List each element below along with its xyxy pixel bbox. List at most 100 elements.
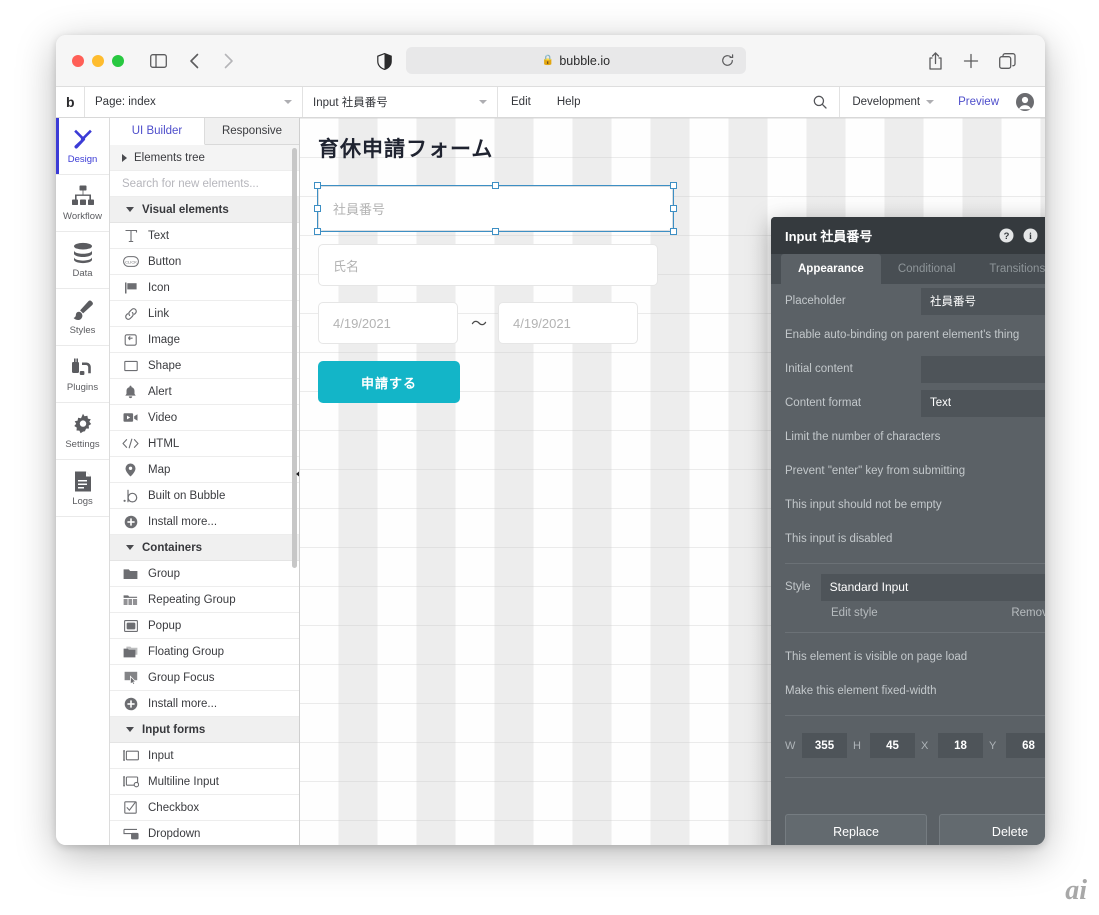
element-label: Video (148, 411, 178, 424)
element-item-group-focus[interactable]: Group Focus (110, 665, 299, 691)
preview-button[interactable]: Preview (946, 87, 1011, 117)
element-item-popup[interactable]: Popup (110, 613, 299, 639)
element-item-icon[interactable]: Icon (110, 275, 299, 301)
element-item-dropdown[interactable]: Dropdown (110, 821, 299, 845)
element-item-image[interactable]: Image (110, 327, 299, 353)
element-item-repeating-group[interactable]: Repeating Group (110, 587, 299, 613)
tabs-overview-icon[interactable] (995, 49, 1019, 73)
address-bar[interactable]: 🔒 bubble.io (406, 47, 746, 74)
search-icon[interactable] (801, 87, 839, 117)
element-selector-label: Input 社員番号 (313, 97, 388, 109)
canvas-submit-button[interactable]: 申請する (318, 361, 460, 403)
rail-item-logs[interactable]: Logs (56, 460, 109, 517)
element-item-text[interactable]: Text (110, 223, 299, 249)
delete-button[interactable]: Delete (939, 814, 1045, 845)
rail-item-design[interactable]: Design (56, 118, 109, 175)
svg-text:i: i (1029, 232, 1032, 242)
style-select[interactable]: Standard Input (820, 573, 1045, 601)
plus-circle-icon (122, 695, 139, 712)
y-input[interactable]: 68 (1006, 733, 1045, 758)
content-format-select[interactable]: Text (921, 389, 1045, 417)
section-header-containers[interactable]: Containers (110, 535, 299, 561)
height-input[interactable]: 45 (870, 733, 915, 758)
window-close-button[interactable] (72, 55, 84, 67)
window-minimize-button[interactable] (92, 55, 104, 67)
paintbrush-icon (71, 298, 94, 322)
initial-content-input[interactable] (921, 355, 1045, 383)
chevron-down-icon (126, 207, 134, 212)
menu-help[interactable]: Help (544, 87, 594, 117)
placeholder-label: Placeholder (785, 295, 846, 307)
row-fixed-width: Make this element fixed-width ✔ (785, 674, 1045, 708)
window-maximize-button[interactable] (112, 55, 124, 67)
element-selector[interactable]: Input 社員番号 (302, 87, 497, 117)
rail-label: Data (72, 268, 93, 279)
element-item-link[interactable]: Link (110, 301, 299, 327)
replace-button[interactable]: Replace (785, 814, 927, 845)
element-item-floating-group[interactable]: Floating Group (110, 639, 299, 665)
tab-responsive[interactable]: Responsive (205, 118, 299, 144)
width-label: W (785, 739, 796, 752)
new-tab-icon[interactable] (959, 49, 983, 73)
section-title: Input forms (142, 723, 206, 736)
element-item-button[interactable]: CLICK Button (110, 249, 299, 275)
canvas-input-date-from[interactable]: 4/19/2021 (318, 302, 458, 344)
collapse-panel-icon[interactable] (293, 468, 299, 480)
element-item-shape[interactable]: Shape (110, 353, 299, 379)
share-icon[interactable] (923, 49, 947, 73)
placeholder-input[interactable]: 社員番号 (921, 287, 1045, 315)
tab-transitions[interactable]: Transitions (972, 254, 1045, 284)
canvas-input-employee-number[interactable]: 社員番号 (318, 186, 673, 231)
section-header-visual-elements[interactable]: Visual elements (110, 197, 299, 223)
elements-tree-label: Elements tree (134, 151, 205, 164)
forward-button[interactable] (216, 49, 240, 73)
element-item-install-more-containers[interactable]: Install more... (110, 691, 299, 717)
help-icon[interactable]: ? (999, 228, 1014, 243)
elements-tree-row[interactable]: Elements tree (110, 145, 299, 171)
rail-item-data[interactable]: Data (56, 232, 109, 289)
text-icon (122, 227, 139, 244)
search-input[interactable]: Search for new elements... (110, 171, 299, 197)
reload-icon[interactable] (719, 52, 736, 69)
rail-item-workflow[interactable]: Workflow (56, 175, 109, 232)
element-item-install-more-visual[interactable]: Install more... (110, 509, 299, 535)
menu-edit[interactable]: Edit (497, 87, 544, 117)
form-title[interactable]: 育休申請フォーム (318, 133, 493, 163)
edit-style-link[interactable]: Edit style (831, 607, 878, 619)
user-avatar-icon[interactable] (1011, 87, 1045, 117)
section-header-input-forms[interactable]: Input forms (110, 717, 299, 743)
width-input[interactable]: 355 (802, 733, 847, 758)
tab-conditional[interactable]: Conditional (881, 254, 973, 284)
rail-label: Logs (72, 496, 93, 507)
tab-appearance[interactable]: Appearance (781, 254, 881, 284)
element-item-checkbox[interactable]: Checkbox (110, 795, 299, 821)
element-label: Repeating Group (148, 593, 236, 606)
element-item-input[interactable]: Input (110, 743, 299, 769)
info-icon[interactable]: i (1023, 228, 1038, 243)
version-selector[interactable]: Development (839, 87, 946, 117)
rail-item-settings[interactable]: Settings (56, 403, 109, 460)
x-input[interactable]: 18 (938, 733, 983, 758)
element-item-alert[interactable]: Alert (110, 379, 299, 405)
rail-label: Settings (65, 439, 100, 450)
page-selector[interactable]: Page: index (84, 87, 302, 117)
element-label: Group (148, 567, 180, 580)
canvas-input-date-to[interactable]: 4/19/2021 (498, 302, 638, 344)
element-item-map[interactable]: Map (110, 457, 299, 483)
element-item-built-on-bubble[interactable]: Built on Bubble (110, 483, 299, 509)
remove-style-link[interactable]: Remove style (1011, 607, 1045, 619)
element-item-video[interactable]: Video (110, 405, 299, 431)
svg-text:?: ? (1004, 231, 1010, 242)
element-item-html[interactable]: HTML (110, 431, 299, 457)
element-item-group[interactable]: Group (110, 561, 299, 587)
sidebar-toggle-icon[interactable] (146, 49, 170, 73)
canvas-input-name[interactable]: 氏名 (318, 244, 658, 286)
element-label: Button (148, 255, 182, 268)
element-item-multiline-input[interactable]: Multiline Input (110, 769, 299, 795)
elements-panel-scrollbar[interactable] (292, 148, 297, 568)
privacy-shield-icon[interactable] (372, 49, 396, 73)
rail-item-plugins[interactable]: Plugins (56, 346, 109, 403)
back-button[interactable] (182, 49, 206, 73)
tab-ui-builder[interactable]: UI Builder (110, 118, 205, 145)
rail-item-styles[interactable]: Styles (56, 289, 109, 346)
